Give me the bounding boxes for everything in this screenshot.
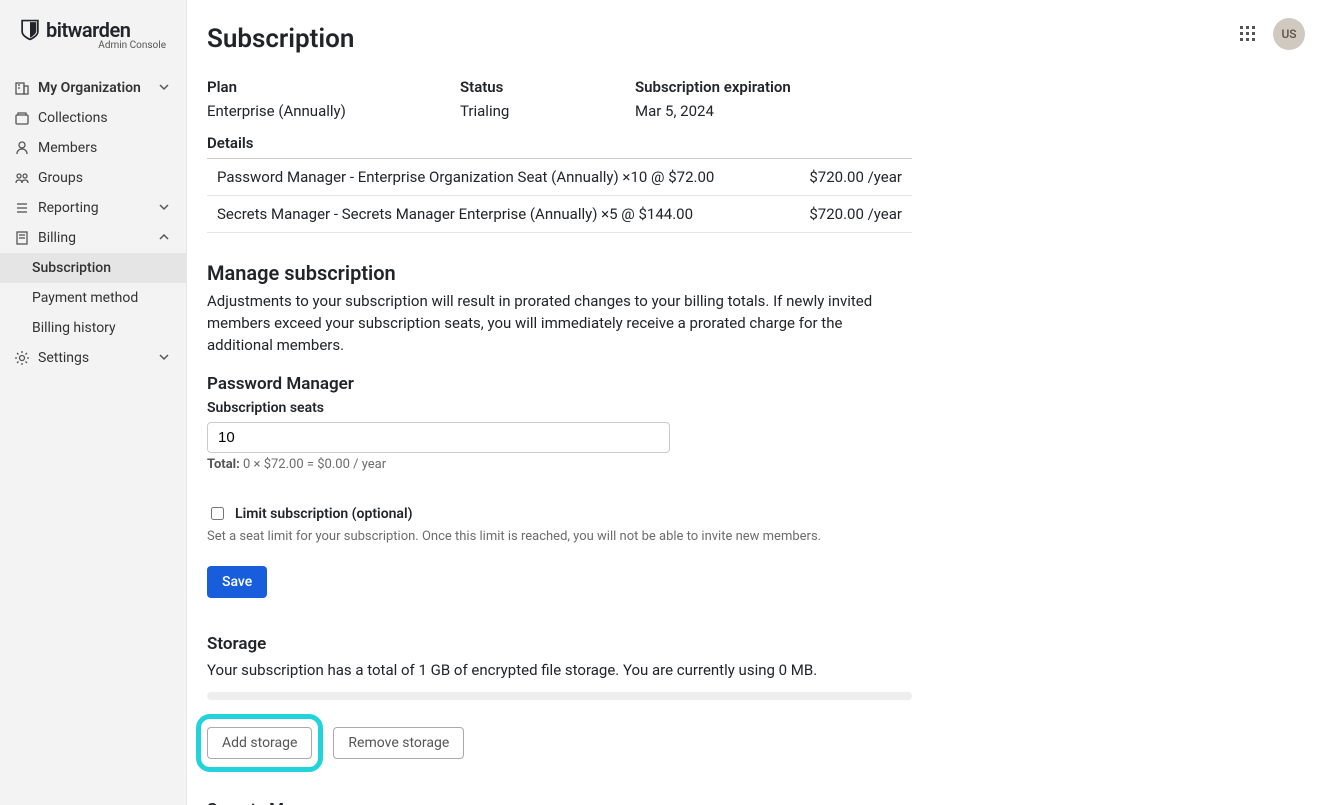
pm-title: Password Manager (207, 374, 912, 394)
manage-title: Manage subscription (207, 261, 912, 285)
sidebar-item-subscription[interactable]: Subscription (0, 253, 186, 283)
detail-desc: Password Manager - Enterprise Organizati… (217, 168, 714, 186)
storage-desc: Your subscription has a total of 1 GB of… (207, 660, 912, 682)
storage-progress-bar (207, 692, 912, 700)
sidebar-item-members[interactable]: Members (0, 133, 186, 163)
limit-subscription-label: Limit subscription (optional) (235, 506, 413, 522)
limit-subscription-checkbox[interactable] (211, 507, 224, 520)
detail-amount: $720.00 /year (809, 168, 902, 186)
pm-total-label: Total: (207, 457, 240, 472)
members-icon (14, 140, 30, 156)
billing-icon (14, 230, 30, 246)
shield-icon (20, 19, 40, 41)
page-title: Subscription (207, 24, 1309, 54)
sidebar-item-settings[interactable]: Settings (0, 343, 186, 373)
sidebar-item-groups[interactable]: Groups (0, 163, 186, 193)
details-header: Details (207, 134, 912, 159)
storage-title: Storage (207, 634, 912, 654)
detail-row: Secrets Manager - Secrets Manager Enterp… (207, 196, 912, 233)
sidebar-item-collections[interactable]: Collections (0, 103, 186, 133)
pm-total-value: 0 × $72.00 = $0.00 / year (243, 457, 386, 472)
sm-title: Secrets Manager (207, 800, 912, 805)
sidebar-item-label: Groups (38, 170, 172, 186)
sidebar-item-history[interactable]: Billing history (0, 313, 186, 343)
pm-seats-label: Subscription seats (207, 400, 912, 416)
sidebar-nav: My Organization Collections Members (0, 73, 186, 373)
sidebar-item-label: Billing history (32, 320, 172, 336)
brand-block: bitwarden Admin Console (0, 14, 186, 61)
subscription-meta: Plan Enterprise (Annually) Status Triali… (207, 78, 912, 120)
plan-label: Plan (207, 78, 460, 96)
reporting-icon (14, 200, 30, 216)
add-storage-button[interactable]: Add storage (207, 727, 312, 759)
manage-desc: Adjustments to your subscription will re… (207, 291, 912, 356)
chevron-down-icon (158, 351, 172, 365)
sidebar-item-label: Subscription (32, 260, 172, 276)
collections-icon (14, 110, 30, 126)
sidebar-item-label: Settings (38, 350, 150, 366)
sidebar-item-label: My Organization (38, 80, 150, 96)
apps-icon[interactable] (1239, 25, 1257, 43)
sidebar-item-label: Collections (38, 110, 172, 126)
status-value: Trialing (460, 102, 635, 120)
sidebar-item-reporting[interactable]: Reporting (0, 193, 186, 223)
groups-icon (14, 170, 30, 186)
sidebar-item-billing[interactable]: Billing (0, 223, 186, 253)
sidebar-item-org[interactable]: My Organization (0, 73, 186, 103)
gear-icon (14, 350, 30, 366)
sidebar: bitwarden Admin Console My Organization (0, 0, 187, 805)
expiration-label: Subscription expiration (635, 78, 912, 96)
plan-value: Enterprise (Annually) (207, 102, 460, 120)
brand-name: bitwarden (46, 18, 130, 42)
sidebar-item-label: Billing (38, 230, 150, 246)
detail-row: Password Manager - Enterprise Organizati… (207, 159, 912, 196)
status-label: Status (460, 78, 635, 96)
org-icon (14, 80, 30, 96)
limit-subscription-hint: Set a seat limit for your subscription. … (207, 529, 912, 544)
chevron-down-icon (158, 201, 172, 215)
chevron-down-icon (158, 81, 172, 95)
avatar[interactable]: US (1273, 18, 1305, 50)
avatar-initials: US (1281, 27, 1296, 41)
detail-amount: $720.00 /year (809, 205, 902, 223)
sidebar-item-label: Reporting (38, 200, 150, 216)
chevron-up-icon (158, 231, 172, 245)
save-button[interactable]: Save (207, 566, 267, 598)
remove-storage-button[interactable]: Remove storage (333, 727, 464, 759)
topbar: US (1239, 18, 1305, 50)
detail-desc: Secrets Manager - Secrets Manager Enterp… (217, 205, 693, 223)
pm-seats-input[interactable] (207, 422, 670, 453)
sidebar-item-payment[interactable]: Payment method (0, 283, 186, 313)
highlight-ring: Add storage (196, 714, 323, 772)
sidebar-item-label: Members (38, 140, 172, 156)
main-content: US Subscription Plan Enterprise (Annuall… (187, 0, 1329, 805)
pm-total-hint: Total: 0 × $72.00 = $0.00 / year (207, 457, 912, 472)
sidebar-item-label: Payment method (32, 290, 172, 306)
expiration-value: Mar 5, 2024 (635, 102, 912, 120)
